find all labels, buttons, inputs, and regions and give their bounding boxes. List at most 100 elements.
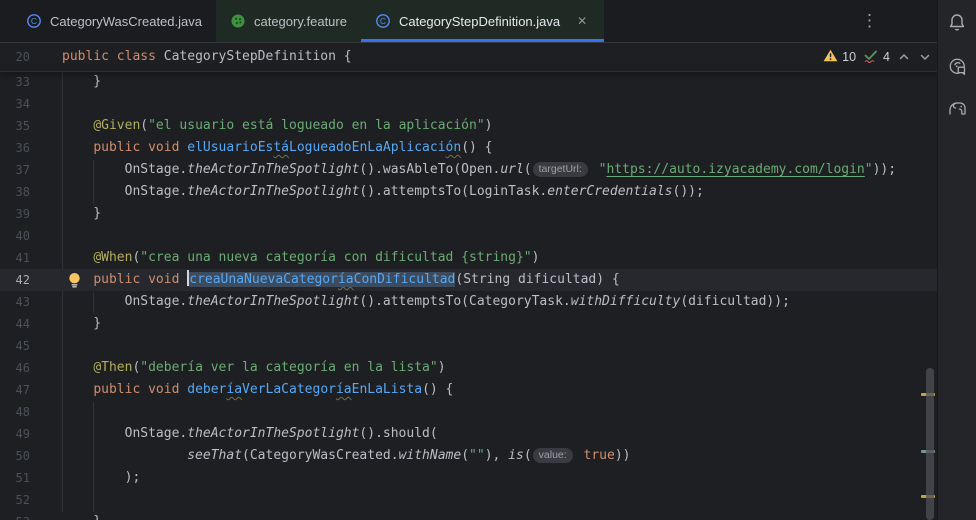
code-token: ( [524,162,532,177]
code-line-50: 50 seeThat(CategoryWasCreated.withName("… [0,445,938,467]
code-line-41: 41 @When("crea una nueva categoría con d… [0,247,938,269]
scrollbar-thumb[interactable] [926,368,934,520]
ai-assistant-icon[interactable] [942,51,972,81]
line-number[interactable]: 35 [0,115,30,137]
code-token: "crea una nueva categoría con dificultad… [140,250,531,265]
code-line-text: OnStage.theActorInTheSpotlight().should( [62,423,438,445]
code-line-text: OnStage.theActorInTheSpotlight().attempt… [62,291,790,313]
line-number[interactable]: 48 [0,401,30,423]
tab-category.feature[interactable]: category.feature [216,0,361,42]
code-token: (dificultad)); [680,294,790,309]
code-line-34: 34 [0,93,938,115]
line-number[interactable]: 33 [0,71,30,93]
code-token: void [148,382,187,397]
tab-bar: CCategoryWasCreated.javacategory.feature… [0,0,938,42]
code-line-text: public void deberíaVerLaCategoríaEnLaLis… [62,379,453,401]
line-number[interactable]: 39 [0,203,30,225]
code-line-text: OnStage.theActorInTheSpotlight().wasAble… [62,159,896,181]
gradle-icon[interactable] [942,93,972,123]
code-token: () { [422,382,453,397]
typos-ok-icon[interactable] [863,48,879,66]
code-token: } [62,316,101,331]
code-token: ().attemptsTo(CategoryTask. [359,294,570,309]
line-number[interactable]: 34 [0,93,30,115]
sticky-header-line[interactable]: 20 public class CategoryStepDefinition {… [0,42,938,72]
line-number[interactable]: 37 [0,159,30,181]
code-line-39: 39 } [0,203,938,225]
code-editor[interactable]: 33 }3435 @Given("el usuario está loguead… [0,71,938,520]
code-lines: 33 }3435 @Given("el usuario está loguead… [0,71,938,520]
line-number[interactable]: 52 [0,489,30,511]
line-number[interactable]: 49 [0,423,30,445]
next-problem-icon[interactable] [918,51,932,63]
tab-CategoryWasCreated.java[interactable]: CCategoryWasCreated.java [12,0,216,42]
code-token: ón [446,140,462,155]
code-line-43: 43 OnStage.theActorInTheSpotlight().atte… [0,291,938,313]
code-token: ConDificultad [354,272,456,287]
code-line-48: 48 [0,401,938,423]
code-token: OnStage. [62,162,187,177]
warnings-icon[interactable] [823,49,838,65]
code-token: )) [615,448,631,463]
code-token: deber [187,382,226,397]
line-number[interactable]: 53 [0,511,30,520]
notifications-icon[interactable] [942,7,972,37]
code-token: theActorInTheSpotlight [187,184,359,199]
code-line-text: @Then("debería ver la categoría en la li… [62,357,446,379]
line-number[interactable]: 50 [0,445,30,467]
code-line-text: } [62,71,101,93]
svg-text:C: C [380,16,386,26]
code-line-text: } [62,203,101,225]
code-token [576,448,584,463]
code-line-35: 35 @Given("el usuario está logueado en l… [0,115,938,137]
code-token: withName [399,448,462,463]
code-line-53: 53 } [0,511,938,520]
code-token [62,250,93,265]
code-token: ); [62,470,140,485]
code-token [62,272,93,287]
java-class-icon: C [375,13,391,29]
code-token: ía [226,382,242,397]
code-token: tá [273,140,289,155]
ide-window: CCategoryWasCreated.javacategory.feature… [0,0,976,520]
line-number[interactable]: 36 [0,137,30,159]
line-number[interactable]: 43 [0,291,30,313]
code-token: (CategoryWasCreated. [242,448,399,463]
kebab-menu-icon[interactable]: ⋮ [851,0,888,42]
line-number[interactable]: 40 [0,225,30,247]
code-line-text: } [62,313,101,335]
code-line-49: 49 OnStage.theActorInTheSpotlight().shou… [0,423,938,445]
line-number[interactable]: 45 [0,335,30,357]
inspections-widget[interactable]: 104 [823,43,932,71]
tab-CategoryStepDefinition.java[interactable]: CCategoryStepDefinition.java✕ [361,0,604,42]
line-number[interactable]: 38 [0,181,30,203]
code-token: "" [469,448,485,463]
code-line-33: 33 } [0,71,938,93]
code-line-46: 46 @Then("debería ver la categoría en la… [0,357,938,379]
line-number[interactable]: 41 [0,247,30,269]
code-token: ( [524,448,532,463]
code-token: OnStage. [62,184,187,199]
code-line-51: 51 ); [0,467,938,489]
code-token [591,162,599,177]
code-line-text: } [62,511,101,520]
code-token: ) [438,360,446,375]
line-number[interactable]: 47 [0,379,30,401]
line-number[interactable]: 46 [0,357,30,379]
code-token: OnStage. [62,294,187,309]
java-class-icon: C [26,13,42,29]
code-token: theActorInTheSpotlight [187,426,359,441]
code-line-42: 42 public void creaUnaNuevaCategoríaConD… [0,269,938,291]
line-number[interactable]: 51 [0,467,30,489]
code-token: https://auto.izyacademy.com/login [606,162,864,177]
code-line-38: 38 OnStage.theActorInTheSpotlight().atte… [0,181,938,203]
code-token: url [500,162,523,177]
line-number[interactable]: 44 [0,313,30,335]
prev-problem-icon[interactable] [897,51,911,63]
code-token [62,382,93,397]
warnings-count: 10 [842,50,856,64]
cucumber-icon [230,13,246,29]
line-number[interactable]: 42 [0,269,30,291]
code-token: ( [461,448,469,463]
tab-close-icon[interactable]: ✕ [574,13,590,29]
